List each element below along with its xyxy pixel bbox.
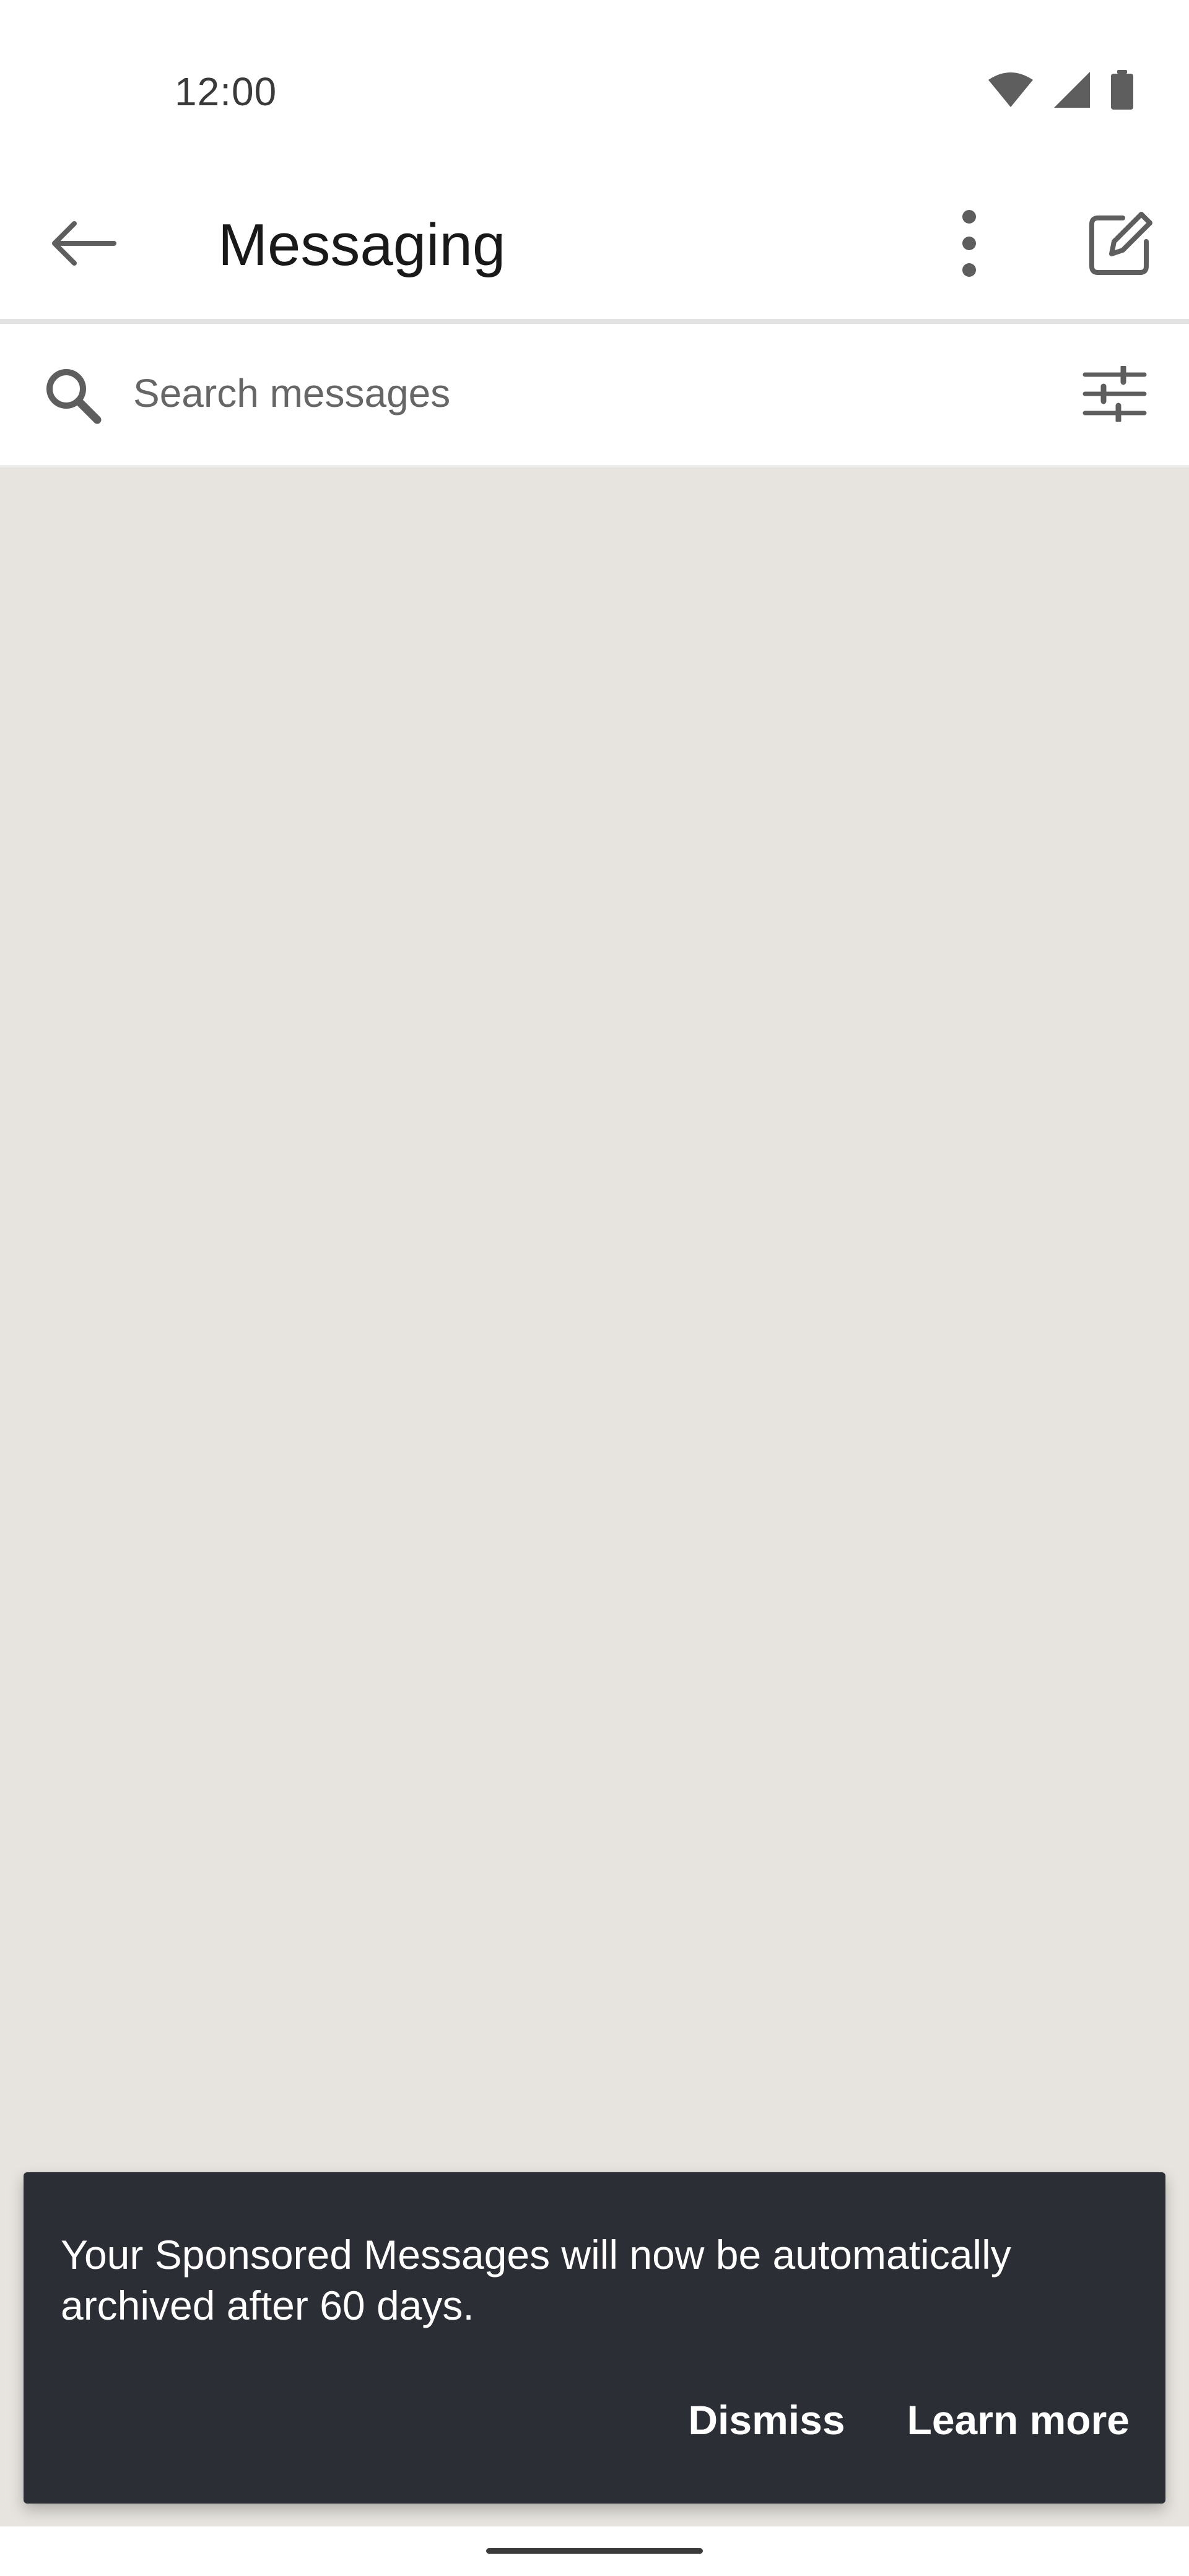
- page-title: Messaging: [218, 212, 506, 278]
- compose-message-button[interactable]: [1078, 201, 1164, 288]
- navigation-bar: [0, 2526, 1189, 2576]
- dismiss-button[interactable]: Dismiss: [688, 2383, 845, 2457]
- filter-button[interactable]: [1074, 358, 1155, 432]
- learn-more-button[interactable]: Learn more: [907, 2383, 1130, 2457]
- search-input[interactable]: [133, 362, 1013, 424]
- more-options-button[interactable]: [929, 204, 1009, 285]
- status-bar: 12:00: [0, 0, 1189, 180]
- back-button[interactable]: [43, 204, 124, 285]
- snackbar: Your Sponsored Messages will now be auto…: [24, 2172, 1165, 2504]
- cellular-signal-icon: [1053, 71, 1091, 109]
- back-arrow-icon: [50, 219, 118, 271]
- gesture-handle[interactable]: [486, 2548, 703, 2554]
- app-bar: Messaging: [0, 180, 1189, 324]
- status-time: 12:00: [175, 69, 277, 114]
- snackbar-actions: Dismiss Learn more: [688, 2383, 1130, 2457]
- compose-icon: [1087, 209, 1155, 281]
- battery-icon: [1110, 70, 1135, 110]
- search-bar: [0, 324, 1189, 468]
- snackbar-message: Your Sponsored Messages will now be auto…: [61, 2232, 1011, 2328]
- more-vertical-icon: [960, 209, 978, 281]
- filter-sliders-icon: [1082, 364, 1147, 425]
- status-icons: [987, 68, 1135, 111]
- search-icon: [38, 361, 107, 429]
- wifi-icon: [987, 71, 1034, 108]
